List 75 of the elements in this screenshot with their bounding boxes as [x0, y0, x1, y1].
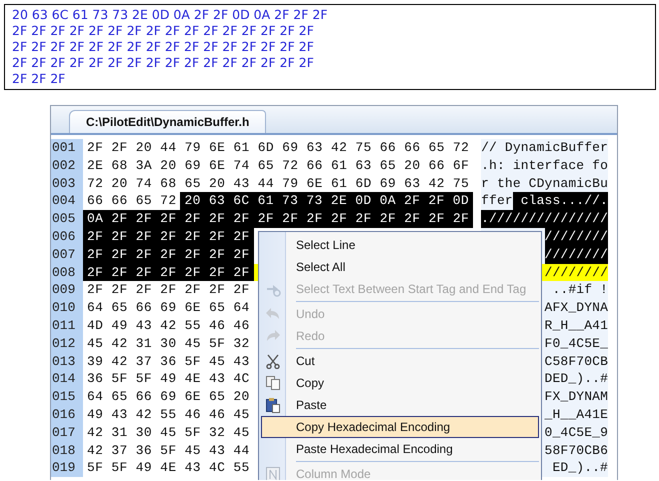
- menu-item[interactable]: Cut: [286, 350, 539, 372]
- line-number: 018: [51, 442, 83, 460]
- hex-bytes: 64 65 66 69 6E 65 20: [86, 388, 251, 406]
- ascii-text: DED_)..#: [544, 370, 608, 388]
- hex-text-line: 2F 2F 2F 2F 2F 2F 2F 2F 2F 2F 2F 2F 2F 2F 2F 2F: [12, 23, 315, 39]
- hex-bytes: 2F 2F 2F 2F 2F 2F 2F: [83, 264, 254, 282]
- hex-bytes: 0A 2F 2F 2F 2F 2F 2F 2F 2F 2F 2F 2F 2F 2F 2F 2F: [83, 210, 474, 228]
- menu-item[interactable]: Select All: [286, 256, 539, 278]
- hex-bytes: 36 5F 5F 49 4E 43 4C: [86, 370, 251, 388]
- line-number: 011: [51, 316, 83, 335]
- line-number: 005: [51, 210, 83, 228]
- line-number: 014: [51, 370, 83, 388]
- ascii-text: ..#if !: [552, 281, 608, 300]
- menu-item[interactable]: Paste: [286, 394, 539, 416]
- ascii-text: F0_4C5E_: [544, 334, 608, 353]
- ascii-text: ffer: [481, 192, 513, 210]
- ascii-text: C58F70CB: [544, 352, 608, 370]
- hex-bytes: 2F 2F 2F 2F 2F 2F 2F: [83, 228, 254, 246]
- hex-bytes: 5F 5F 49 4E 43 4C 55: [86, 459, 251, 478]
- hex-text-line: 20 63 6C 61 73 73 2E 0D 0A 2F 2F 0D 0A 2F 2F 2F: [12, 7, 329, 23]
- line-number: 002: [51, 156, 83, 175]
- line-number: 019: [51, 459, 83, 478]
- hex-bytes: 49 43 42 55 46 46 45: [86, 406, 251, 424]
- line-number: 017: [51, 424, 83, 442]
- hex-text-line: 2F 2F 2F: [12, 71, 66, 87]
- hex-text-line: 2F 2F 2F 2F 2F 2F 2F 2F 2F 2F 2F 2F 2F 2F 2F 2F: [12, 55, 315, 71]
- ascii-text: .h: interface fo: [481, 156, 608, 175]
- line-number: 015: [51, 388, 83, 406]
- hex-text-line: 2F 2F 2F 2F 2F 2F 2F 2F 2F 2F 2F 2F 2F 2F 2F 2F: [12, 39, 315, 55]
- ascii-text: 0_4C5E_9: [544, 424, 608, 442]
- menu-item[interactable]: Copy: [286, 372, 539, 394]
- line-number: 007: [51, 246, 83, 264]
- hex-bytes: 39 42 37 36 5F 45 43: [86, 352, 251, 370]
- ascii-text: AFX_DYNA: [544, 299, 608, 317]
- ascii-text: .///////////////: [481, 210, 608, 228]
- line-number: 016: [51, 406, 83, 424]
- hex-bytes: 4D 49 43 42 55 46 46: [86, 316, 251, 335]
- line-number: 013: [51, 352, 83, 370]
- line-number: 004: [51, 192, 83, 210]
- ascii-text: ////////: [544, 246, 608, 264]
- paste-icon: [264, 397, 280, 413]
- ascii-text: // DynamicBuffer: [481, 139, 608, 157]
- line-number: 010: [51, 299, 83, 317]
- ascii-text: _H__A41E: [544, 406, 608, 424]
- menu-item[interactable]: Copy Hexadecimal Encoding: [261, 416, 539, 438]
- hex-bytes: 2F 2F 20 44 79 6E 61 6D 69 63 42 75 66 66 65 72: [86, 139, 470, 157]
- ascii-text: R_H__A41: [544, 316, 608, 335]
- menu-item[interactable]: Paste Hexadecimal Encoding: [286, 438, 539, 460]
- hex-bytes: 42 37 36 5F 45 43 44: [86, 442, 251, 460]
- ascii-text: FX_DYNAM: [544, 388, 608, 406]
- ascii-text: 58F70CB6: [544, 442, 608, 460]
- line-number: 012: [51, 334, 83, 353]
- hex-bytes: 2F 2F 2F 2F 2F 2F 2F: [86, 281, 251, 300]
- hex-bytes: 72 20 74 68 65 20 43 44 79 6E 61 6D 69 63 42 75: [86, 174, 470, 192]
- hex-bytes: 2E 68 3A 20 69 6E 74 65 72 66 61 63 65 20 66 6F: [86, 156, 470, 175]
- menu-item[interactable]: Select Line: [286, 234, 539, 256]
- column-icon: [264, 466, 280, 480]
- file-tab[interactable]: C:\PilotEdit\DynamicBuffer.h: [69, 110, 266, 133]
- hex-bytes: 2F 2F 2F 2F 2F 2F 2F: [83, 246, 254, 264]
- hex-bytes: 42 31 30 45 5F 32 45: [86, 424, 251, 442]
- cut-icon: [264, 353, 280, 369]
- line-number: 006: [51, 228, 83, 246]
- line-number: 001: [51, 139, 83, 157]
- ascii-text: r the CDynamicBu: [481, 174, 608, 192]
- hex-bytes: 20 63 6C 61 73 73 2E 0D 0A 2F 2F 0D: [180, 192, 474, 210]
- copy-icon: [264, 375, 280, 391]
- ascii-text: class...//.: [512, 192, 608, 210]
- hex-bytes: 45 42 31 30 45 5F 32: [86, 334, 251, 353]
- line-number: 003: [51, 174, 83, 192]
- ascii-text: ED_)..#: [552, 459, 608, 478]
- line-number: 008: [51, 264, 83, 282]
- hex-bytes: 64 65 66 69 6E 65 64: [86, 299, 251, 317]
- ascii-text: ////////: [544, 228, 608, 246]
- line-number: 009: [51, 281, 83, 300]
- hex-bytes: 66 66 65 72: [86, 192, 178, 210]
